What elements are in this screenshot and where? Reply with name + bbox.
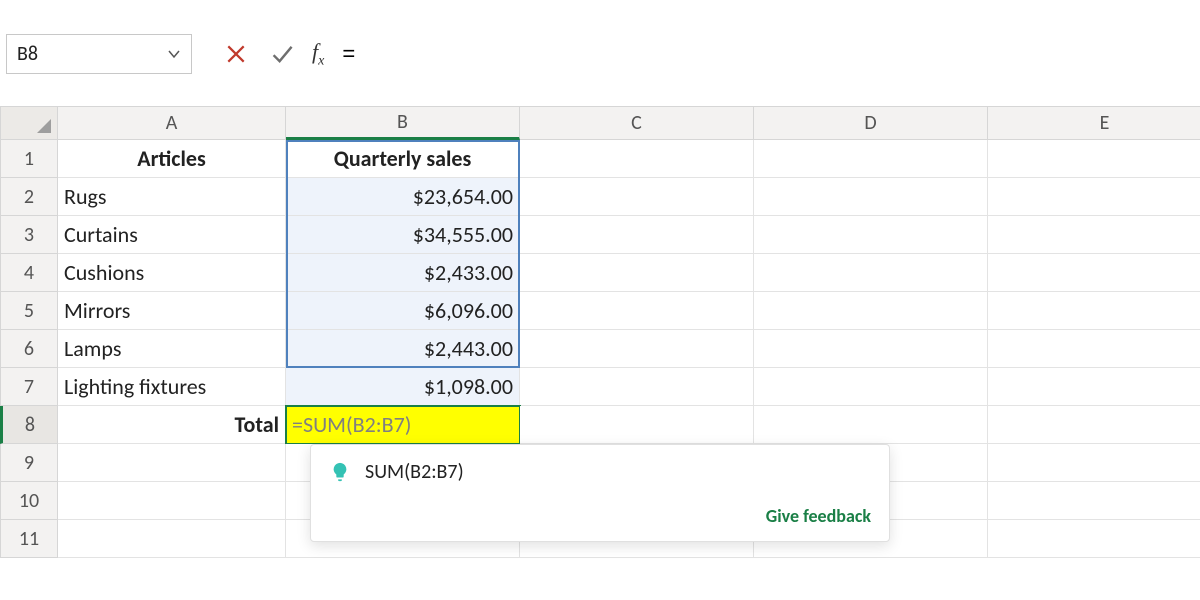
cell[interactable] — [754, 330, 988, 368]
row-head[interactable]: 9 — [0, 444, 58, 482]
cell[interactable] — [754, 216, 988, 254]
row-head[interactable]: 3 — [0, 216, 58, 254]
cell-article[interactable]: Rugs — [58, 178, 286, 216]
enter-button[interactable] — [266, 38, 298, 70]
row-7: 7 Lighting fixtures $1,098.00 — [0, 368, 1200, 406]
cell[interactable] — [988, 444, 1200, 482]
cell-e1[interactable] — [988, 140, 1200, 178]
row-head[interactable]: 2 — [0, 178, 58, 216]
name-box[interactable]: B8 — [6, 34, 192, 74]
cell-editing[interactable]: =SUM(B2:B7) — [286, 406, 520, 444]
cell-sales[interactable]: $2,443.00 — [286, 330, 520, 368]
cell-article[interactable]: Cushions — [58, 254, 286, 292]
cell[interactable] — [58, 444, 286, 482]
row-head[interactable]: 10 — [0, 482, 58, 520]
cell-sales[interactable]: $23,654.00 — [286, 178, 520, 216]
row-head[interactable]: 8 — [0, 406, 58, 444]
x-icon — [225, 43, 247, 65]
fx-icon[interactable]: fx — [312, 39, 324, 69]
row-2: 2 Rugs $23,654.00 — [0, 178, 1200, 216]
cell-sales[interactable]: $6,096.00 — [286, 292, 520, 330]
cell-reference: B8 — [17, 42, 38, 66]
cell[interactable] — [988, 216, 1200, 254]
cell-d1[interactable] — [754, 140, 988, 178]
spreadsheet-grid: A B C D E 1 Articles Quarterly sales 2 R… — [0, 106, 1200, 600]
cell-total-label[interactable]: Total — [58, 406, 286, 444]
cell[interactable] — [754, 178, 988, 216]
cell-sales[interactable]: $34,555.00 — [286, 216, 520, 254]
formula-suggestion-popup: SUM(B2:B7) Give feedback — [310, 444, 890, 542]
suggestion-item[interactable]: SUM(B2:B7) — [311, 445, 889, 499]
col-header-e[interactable]: E — [988, 106, 1200, 140]
cell[interactable] — [988, 520, 1200, 558]
row-3: 3 Curtains $34,555.00 — [0, 216, 1200, 254]
cancel-button[interactable] — [220, 38, 252, 70]
row-head[interactable]: 4 — [0, 254, 58, 292]
row-5: 5 Mirrors $6,096.00 — [0, 292, 1200, 330]
cell[interactable] — [988, 254, 1200, 292]
col-header-c[interactable]: C — [520, 106, 754, 140]
row-4: 4 Cushions $2,433.00 — [0, 254, 1200, 292]
cell-sales[interactable]: $2,433.00 — [286, 254, 520, 292]
row-head[interactable]: 5 — [0, 292, 58, 330]
row-6: 6 Lamps $2,443.00 — [0, 330, 1200, 368]
cell[interactable] — [988, 482, 1200, 520]
cell[interactable] — [520, 254, 754, 292]
formula-controls: fx — [220, 38, 324, 70]
cell[interactable] — [520, 406, 754, 444]
chevron-down-icon[interactable] — [167, 47, 181, 61]
cell[interactable] — [520, 216, 754, 254]
cell[interactable] — [754, 292, 988, 330]
cell[interactable] — [520, 178, 754, 216]
col-header-d[interactable]: D — [754, 106, 988, 140]
column-headers: A B C D E — [0, 106, 1200, 140]
col-header-a[interactable]: A — [58, 106, 286, 140]
cell[interactable] — [520, 330, 754, 368]
cell-b1[interactable]: Quarterly sales — [286, 140, 520, 178]
cell[interactable] — [988, 330, 1200, 368]
formula-bar: B8 fx — [0, 30, 1200, 78]
cell[interactable] — [58, 520, 286, 558]
cell[interactable] — [988, 406, 1200, 444]
check-icon — [270, 42, 294, 66]
cell[interactable] — [520, 368, 754, 406]
cell[interactable] — [754, 254, 988, 292]
select-all-corner[interactable] — [0, 106, 58, 140]
cell-c1[interactable] — [520, 140, 754, 178]
cell[interactable] — [988, 368, 1200, 406]
cell-article[interactable]: Curtains — [58, 216, 286, 254]
cell[interactable] — [754, 368, 988, 406]
row-8: 8 Total =SUM(B2:B7) — [0, 406, 1200, 444]
cell-sales[interactable]: $1,098.00 — [286, 368, 520, 406]
formula-input[interactable] — [338, 34, 1200, 74]
cell[interactable] — [520, 292, 754, 330]
cell-article[interactable]: Lighting fixtures — [58, 368, 286, 406]
row-head[interactable]: 11 — [0, 520, 58, 558]
lightbulb-icon — [329, 459, 351, 485]
give-feedback-link[interactable]: Give feedback — [766, 505, 871, 527]
col-header-b[interactable]: B — [286, 106, 520, 140]
row-head[interactable]: 6 — [0, 330, 58, 368]
cell[interactable] — [988, 292, 1200, 330]
row-1: 1 Articles Quarterly sales — [0, 140, 1200, 178]
cell[interactable] — [754, 406, 988, 444]
cell-article[interactable]: Mirrors — [58, 292, 286, 330]
row-head[interactable]: 1 — [0, 140, 58, 178]
row-head[interactable]: 7 — [0, 368, 58, 406]
cell[interactable] — [58, 482, 286, 520]
cell-a1[interactable]: Articles — [58, 140, 286, 178]
cell[interactable] — [988, 178, 1200, 216]
suggestion-text: SUM(B2:B7) — [365, 460, 464, 484]
cell-article[interactable]: Lamps — [58, 330, 286, 368]
